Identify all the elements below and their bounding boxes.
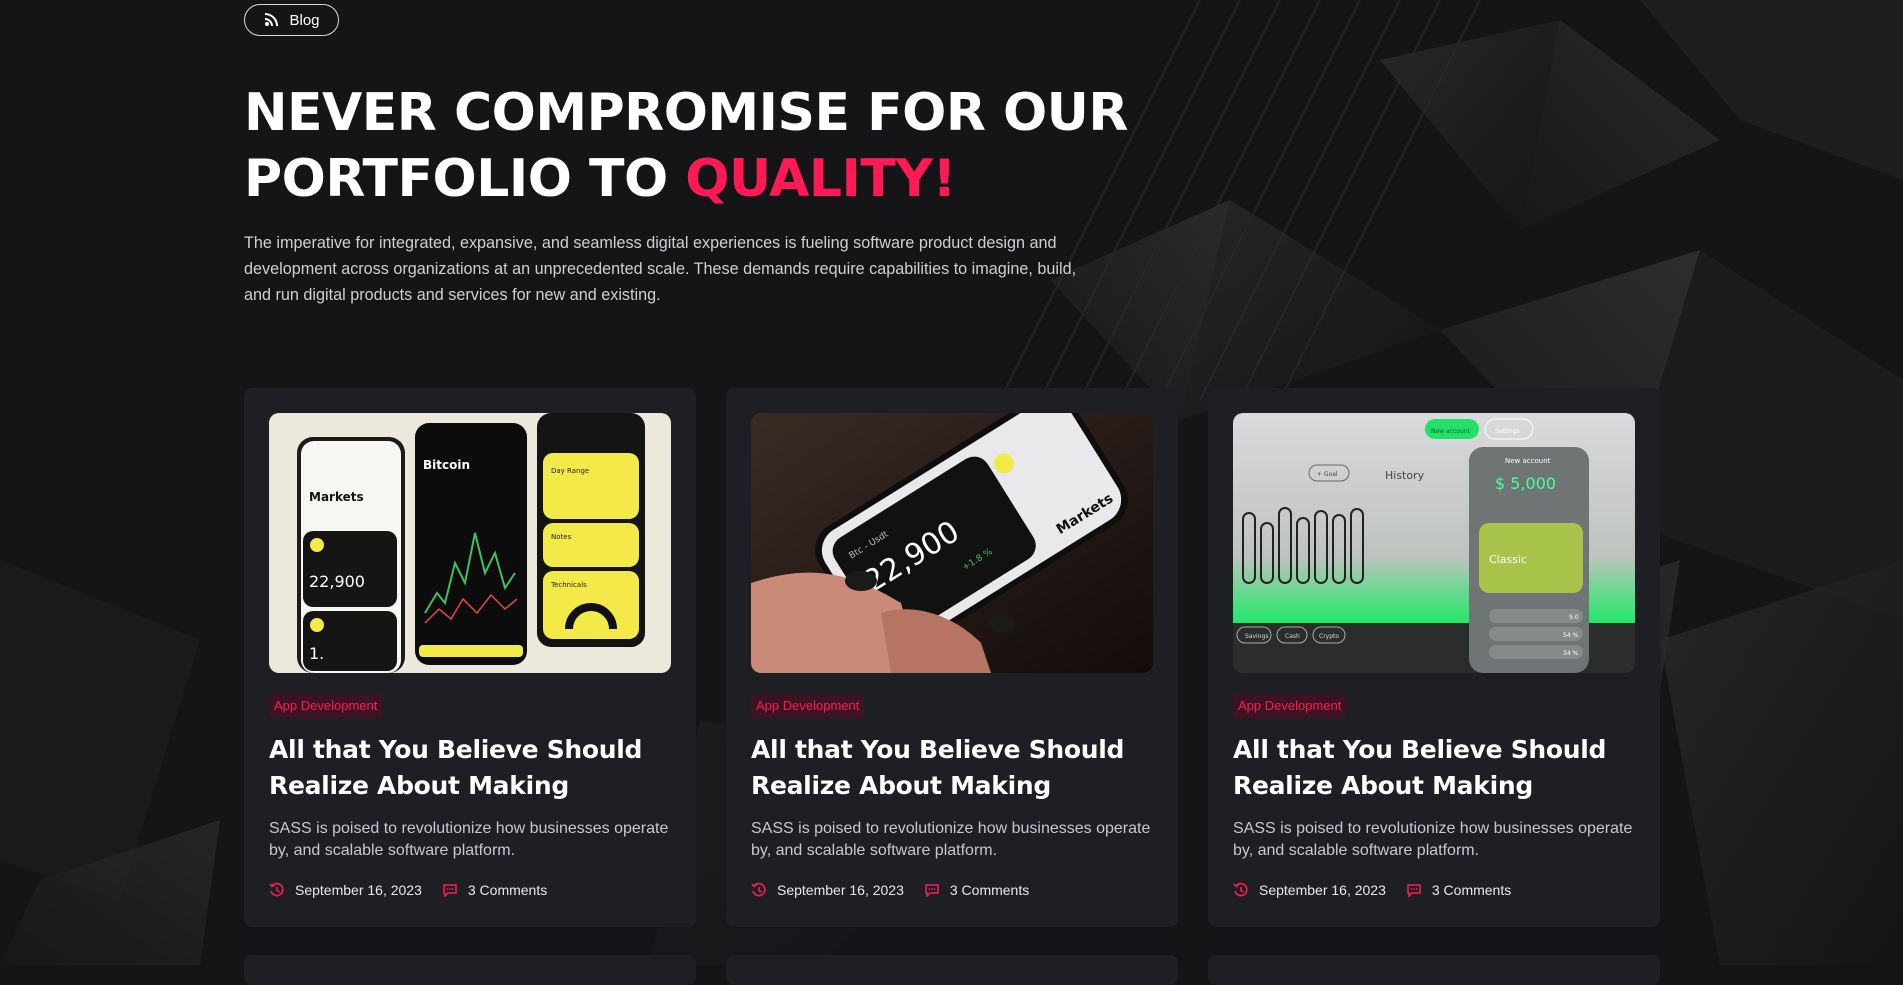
blog-card-next-row[interactable] xyxy=(726,955,1178,985)
post-thumbnail[interactable]: New account Settings History + Goal New … xyxy=(1233,413,1635,673)
phone-in-hand-image: 22,900 Btc - Usdt +1.8 % Markets xyxy=(751,413,1153,673)
category-tag[interactable]: App Development xyxy=(1233,694,1347,718)
chip1-text: Savings xyxy=(1245,633,1268,640)
post-date: September 16, 2023 xyxy=(751,882,904,898)
notes-text: Notes xyxy=(551,533,572,541)
headline-accent: QUALITY! xyxy=(685,149,956,209)
chip3-text: Crypto xyxy=(1319,633,1339,640)
day-range-text: Day Range xyxy=(551,467,589,475)
post-title[interactable]: All that You Believe Should Realize Abou… xyxy=(751,732,1151,804)
finance-dashboard-image: New account Settings History + Goal New … xyxy=(1233,413,1635,673)
blog-post-grid: Markets 22,900 1. Bitcoin Day Range Note… xyxy=(244,388,1661,928)
classic-text: Classic xyxy=(1489,553,1527,566)
comment-icon xyxy=(925,884,939,898)
post-date-text: September 16, 2023 xyxy=(1259,882,1386,898)
bitcoin-text: Bitcoin xyxy=(423,458,470,472)
history-clock-icon xyxy=(751,882,766,897)
post-excerpt: SASS is poised to revolutionize how busi… xyxy=(1233,820,1633,859)
goal-text: + Goal xyxy=(1317,471,1338,478)
blog-icon xyxy=(265,13,279,27)
new-account-chip-text: New account xyxy=(1431,428,1471,435)
post-meta: September 16, 2023 3 Comments xyxy=(269,882,567,898)
headline-line2: PORTFOLIO TO xyxy=(244,149,686,209)
headline-line1: NEVER COMPROMISE FOR OUR xyxy=(244,83,1128,143)
crypto-app-screens-image: Markets 22,900 1. Bitcoin Day Range Note… xyxy=(269,413,671,673)
hero-description: The imperative for integrated, expansive… xyxy=(244,234,1077,304)
pct2-text: 54 % xyxy=(1563,632,1579,639)
blog-card[interactable]: New account Settings History + Goal New … xyxy=(1208,388,1660,927)
post-date: September 16, 2023 xyxy=(1233,882,1386,898)
blog-card[interactable]: 22,900 Btc - Usdt +1.8 % Markets App Dev… xyxy=(726,388,1178,927)
post-title[interactable]: All that You Believe Should Realize Abou… xyxy=(1233,732,1633,804)
blog-card[interactable]: Markets 22,900 1. Bitcoin Day Range Note… xyxy=(244,388,696,927)
history-clock-icon xyxy=(269,882,284,897)
pct1-text: 9.0 xyxy=(1569,614,1579,621)
technicals-text: Technicals xyxy=(550,581,587,589)
post-date: September 16, 2023 xyxy=(269,882,422,898)
blog-card-next-row[interactable] xyxy=(244,955,696,985)
comment-icon xyxy=(1407,884,1421,898)
post-comments-text: 3 Comments xyxy=(1431,882,1512,898)
markets-text: Markets xyxy=(309,490,364,504)
post-date-text: September 16, 2023 xyxy=(777,882,904,898)
category-tag[interactable]: App Development xyxy=(751,694,865,718)
post-date-text: September 16, 2023 xyxy=(295,882,422,898)
category-tag[interactable]: App Development xyxy=(269,694,383,718)
history-text: History xyxy=(1385,469,1425,482)
post-comments-text: 3 Comments xyxy=(467,882,548,898)
new-account-title-text: New account xyxy=(1505,457,1551,465)
post-excerpt: SASS is poised to revolutionize how busi… xyxy=(269,820,669,859)
history-clock-icon xyxy=(1233,882,1248,897)
near-value-text: 1. xyxy=(309,644,324,663)
chip2-text: Cash xyxy=(1285,633,1300,640)
blog-card-next-row[interactable] xyxy=(1208,955,1660,985)
page-headline: NEVER COMPROMISE FOR OUR PORTFOLIO TO QUA… xyxy=(244,80,1144,212)
comment-icon xyxy=(443,884,457,898)
blog-badge[interactable]: Blog xyxy=(244,4,339,36)
amount-text: $ 5,000 xyxy=(1495,474,1556,493)
post-excerpt: SASS is poised to revolutionize how busi… xyxy=(751,820,1151,859)
settings-chip-text: Settings xyxy=(1495,428,1520,435)
blog-badge-label: Blog xyxy=(289,11,320,29)
post-comments[interactable]: 3 Comments xyxy=(1406,882,1511,898)
post-title[interactable]: All that You Believe Should Realize Abou… xyxy=(269,732,669,804)
post-comments-text: 3 Comments xyxy=(949,882,1030,898)
post-comments[interactable]: 3 Comments xyxy=(924,882,1029,898)
pct3-text: 34 % xyxy=(1563,650,1579,657)
post-thumbnail[interactable]: Markets 22,900 1. Bitcoin Day Range Note… xyxy=(269,413,671,673)
post-comments[interactable]: 3 Comments xyxy=(442,882,547,898)
price-text: 22,900 xyxy=(309,572,365,591)
post-meta: September 16, 2023 3 Comments xyxy=(1233,882,1531,898)
post-meta: September 16, 2023 3 Comments xyxy=(751,882,1049,898)
post-thumbnail[interactable]: 22,900 Btc - Usdt +1.8 % Markets xyxy=(751,413,1153,673)
